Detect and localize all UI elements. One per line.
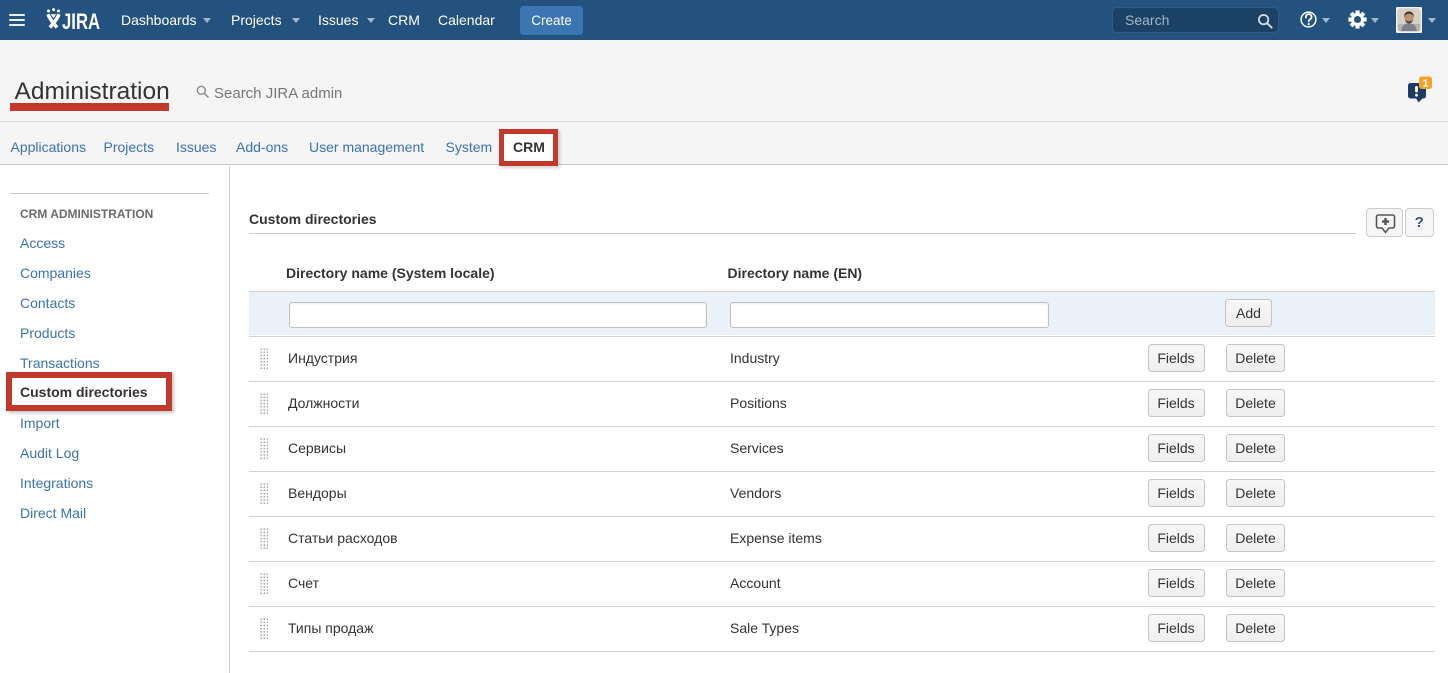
svg-text:1: 1 — [1423, 78, 1429, 90]
